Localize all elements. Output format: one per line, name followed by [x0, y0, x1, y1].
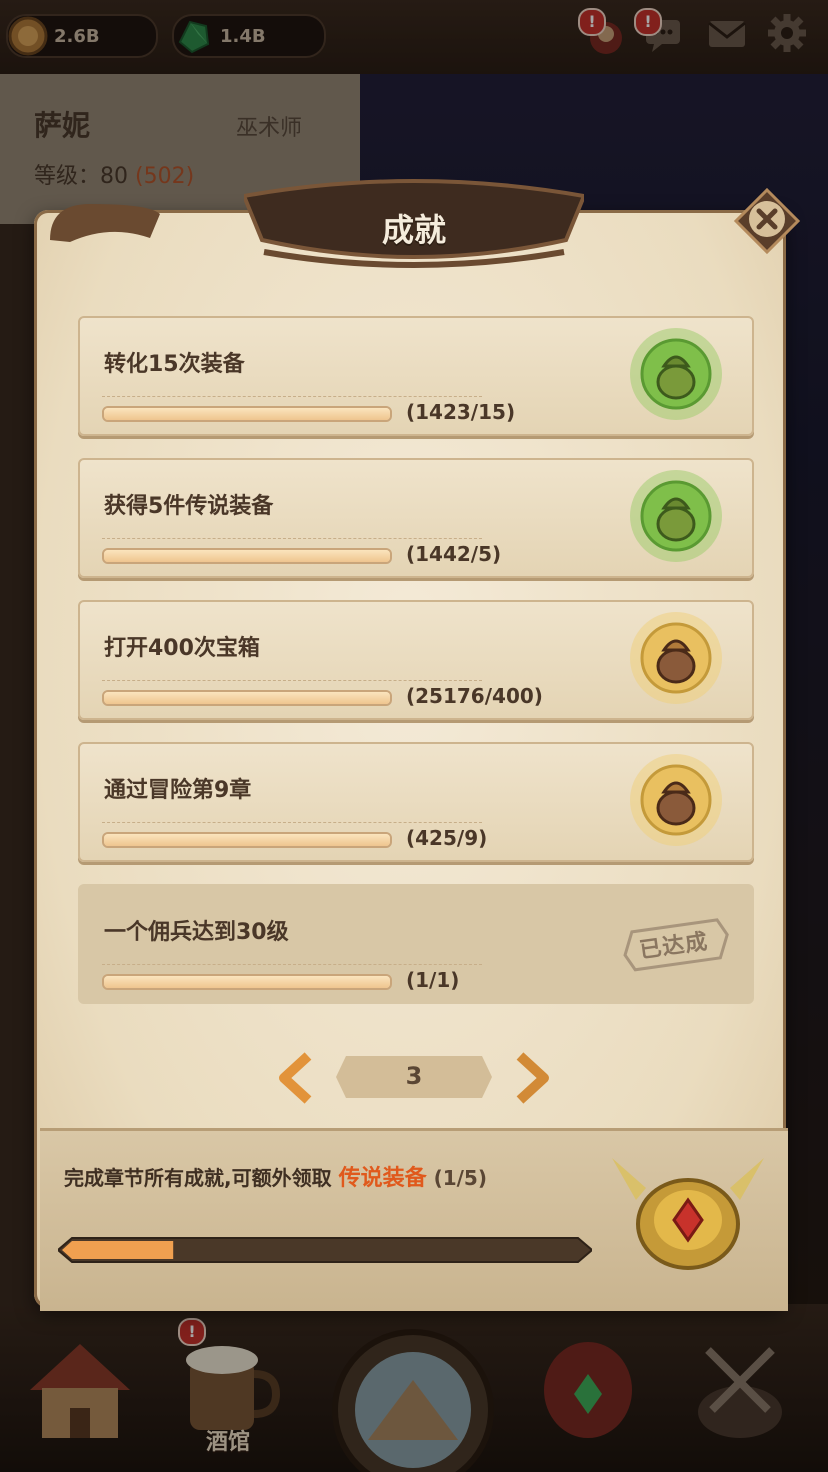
chapter-reward-highlight: 传说装备: [338, 1166, 427, 1191]
chapter-reward-count: (1/5): [433, 1166, 487, 1190]
achievement-count: (425/9): [406, 826, 488, 850]
reward-bag-icon-green[interactable]: [626, 324, 726, 424]
achievement-count: (1423/15): [406, 400, 516, 424]
progress-fill: [104, 834, 390, 846]
next-page-button[interactable]: [512, 1052, 552, 1104]
achievement-progress-bar: [102, 406, 392, 422]
divider: [102, 964, 482, 965]
legendary-chest-icon[interactable]: [606, 1148, 770, 1278]
divider: [102, 680, 482, 681]
achievement-progress-bar: [102, 548, 392, 564]
achievement-progress-bar: [102, 974, 392, 990]
progress-fill: [104, 976, 390, 988]
reward-bag-icon-green[interactable]: [626, 466, 726, 566]
divider: [102, 396, 482, 397]
achievement-title: 转化15次装备: [104, 352, 245, 377]
chapter-reward-desc: 完成章节所有成就,可额外领取: [64, 1166, 332, 1190]
chapter-progress-bar: [58, 1237, 592, 1263]
achievement-count: (25176/400): [406, 684, 543, 708]
achievement-title: 通过冒险第9章: [104, 778, 252, 803]
reward-bag-icon-gold[interactable]: [626, 750, 726, 850]
achievement-card: 转化15次装备 (1423/15): [78, 316, 754, 436]
page-number: 3: [405, 1062, 423, 1090]
chapter-reward-text: 完成章节所有成就,可额外领取 传说装备 (1/5): [64, 1160, 487, 1192]
chevron-right-icon: [516, 1052, 549, 1104]
achievement-progress-bar: [102, 832, 392, 848]
achievement-count: (1442/5): [406, 542, 502, 566]
achievement-title: 获得5件传说装备: [104, 494, 274, 519]
divider: [102, 822, 482, 823]
achievement-count: (1/1): [406, 968, 460, 992]
close-button[interactable]: [732, 186, 802, 256]
scroll-curl-left: [50, 204, 160, 242]
prev-page-button[interactable]: [276, 1052, 316, 1104]
achievement-progress-bar: [102, 690, 392, 706]
divider: [102, 538, 482, 539]
chevron-left-icon: [279, 1052, 312, 1104]
reward-bag-icon-gold[interactable]: [626, 608, 726, 708]
progress-fill: [104, 550, 390, 562]
achievement-card: 通过冒险第9章 (425/9): [78, 742, 754, 862]
achievement-card: 获得5件传说装备 (1442/5): [78, 458, 754, 578]
progress-fill: [104, 692, 390, 704]
modal-title: 成就: [381, 211, 446, 249]
progress-fill: [104, 408, 390, 420]
achievement-card-completed: 一个佣兵达到30级 (1/1) 已达成: [78, 884, 754, 1004]
achievement-title: 打开400次宝箱: [104, 636, 260, 661]
achievement-card: 打开400次宝箱 (25176/400): [78, 600, 754, 720]
chapter-progress-fill: [62, 1241, 174, 1259]
achievement-title: 一个佣兵达到30级: [104, 920, 289, 945]
